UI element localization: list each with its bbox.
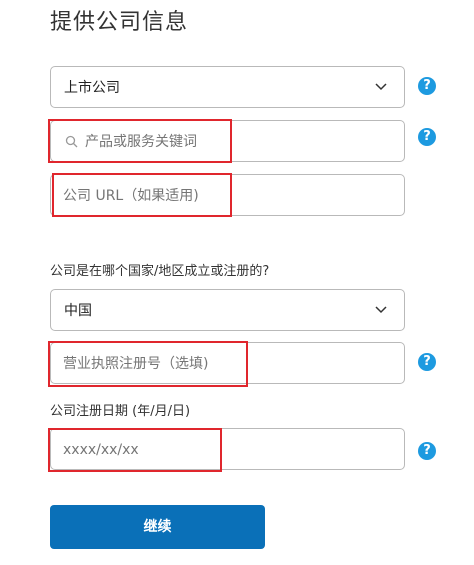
country-question-label: 公司是在哪个国家/地区成立或注册的? [50,264,270,279]
help-icon[interactable]: ? [418,353,436,371]
highlight-box [52,173,232,217]
highlight-box [48,428,222,472]
company-type-select[interactable]: 上市公司 [50,66,405,108]
chevron-down-icon [375,306,387,314]
registration-date-label: 公司注册日期 (年/月/日) [50,404,191,419]
highlight-box [48,341,248,387]
company-type-value: 上市公司 [64,80,120,96]
page-title: 提供公司信息 [50,10,189,35]
highlight-box [48,119,232,163]
chevron-down-icon [375,83,387,91]
help-icon[interactable]: ? [418,442,436,460]
help-icon[interactable]: ? [418,77,436,95]
country-value: 中国 [64,303,92,319]
country-select[interactable]: 中国 [50,289,405,331]
continue-button[interactable]: 继续 [50,505,265,549]
help-icon[interactable]: ? [418,128,436,146]
